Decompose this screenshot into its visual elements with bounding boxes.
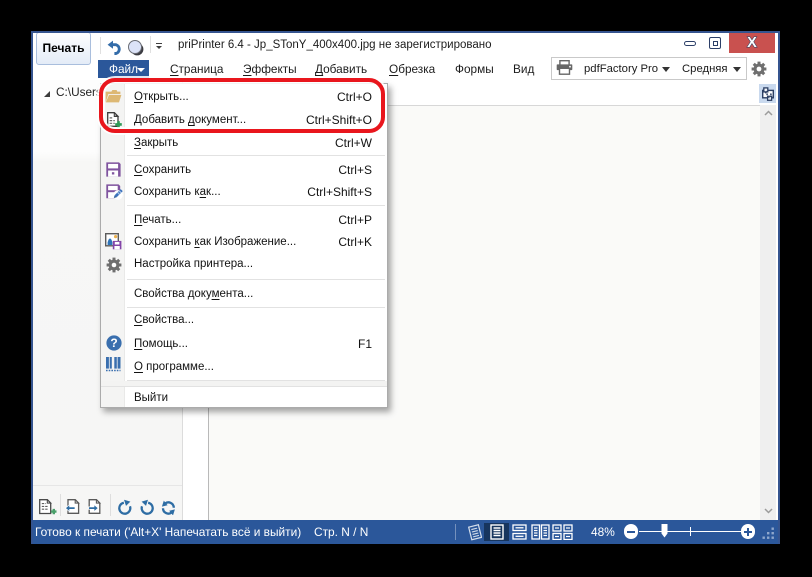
svg-text:X: X <box>747 35 757 51</box>
svg-text:?: ? <box>110 336 117 350</box>
